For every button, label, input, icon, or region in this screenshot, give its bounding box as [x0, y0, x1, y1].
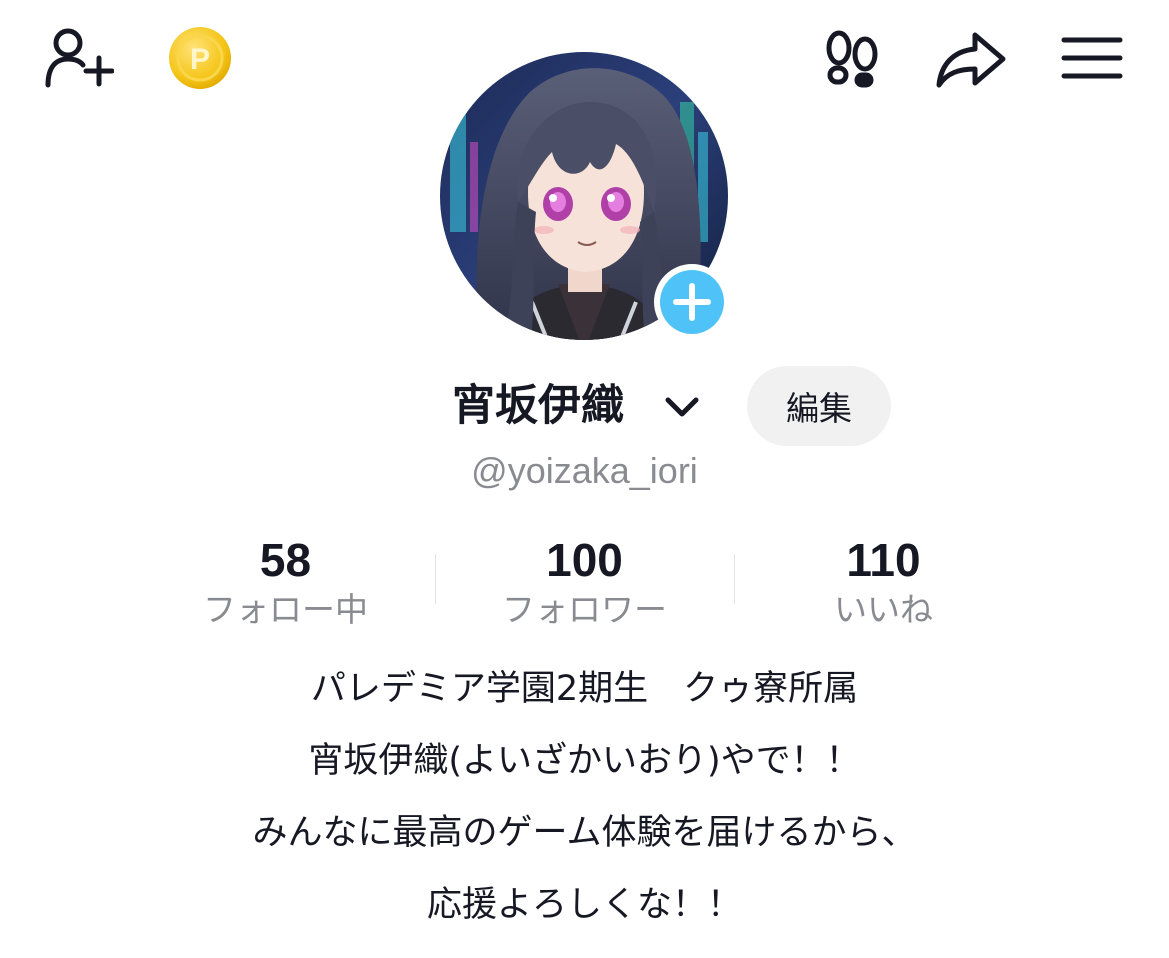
bio-line: パレデミア学園2期生 クゥ寮所属 [310, 669, 859, 709]
account-switch-button[interactable] [662, 392, 702, 422]
stat-likes[interactable]: 110 いいね [734, 532, 1033, 632]
name-row: 宵坂伊織 編集 [0, 366, 1169, 446]
add-story-button[interactable] [652, 262, 732, 342]
bio-line: 宵坂伊織(よいざかいおり)やで！！ [308, 741, 861, 781]
username: @yoizaka_iori [471, 450, 698, 491]
share-icon [936, 32, 1006, 88]
following-label: フォロー中 [203, 590, 368, 629]
stats-row: 58 フォロー中 100 フォロワー 110 いいね [136, 532, 1033, 632]
coin-icon: P [169, 27, 231, 89]
likes-count: 110 [846, 534, 921, 586]
stat-followers[interactable]: 100 フォロワー [435, 532, 734, 632]
bio: パレデミア学園2期生 クゥ寮所属 宵坂伊織(よいざかいおり)やで！！ みんなに最… [0, 656, 1169, 944]
display-name[interactable]: 宵坂伊織 [452, 376, 624, 436]
menu-button[interactable] [1056, 30, 1128, 86]
footprints-button[interactable] [818, 26, 886, 92]
username-row: @yoizaka_iori [0, 448, 1169, 494]
stat-following[interactable]: 58 フォロー中 [136, 532, 435, 632]
following-count: 58 [259, 534, 312, 586]
coin-letter: P [190, 43, 210, 76]
chevron-down-icon [665, 397, 699, 417]
add-friend-icon [45, 28, 114, 88]
followers-label: フォロワー [502, 590, 667, 629]
bio-line: 応援よろしくな！！ [426, 885, 742, 925]
edit-profile-button[interactable]: 編集 [747, 366, 891, 446]
footprints-icon [826, 30, 878, 88]
plus-icon [654, 264, 730, 340]
add-friend-button[interactable] [38, 22, 118, 92]
coin-button[interactable]: P [166, 24, 234, 92]
avatar-container[interactable] [440, 52, 730, 342]
followers-count: 100 [546, 534, 623, 586]
bio-line: みんなに最高のゲーム体験を届けるから、 [252, 813, 917, 853]
likes-label: いいね [834, 590, 933, 629]
menu-icon [1061, 37, 1123, 79]
share-button[interactable] [932, 26, 1010, 92]
